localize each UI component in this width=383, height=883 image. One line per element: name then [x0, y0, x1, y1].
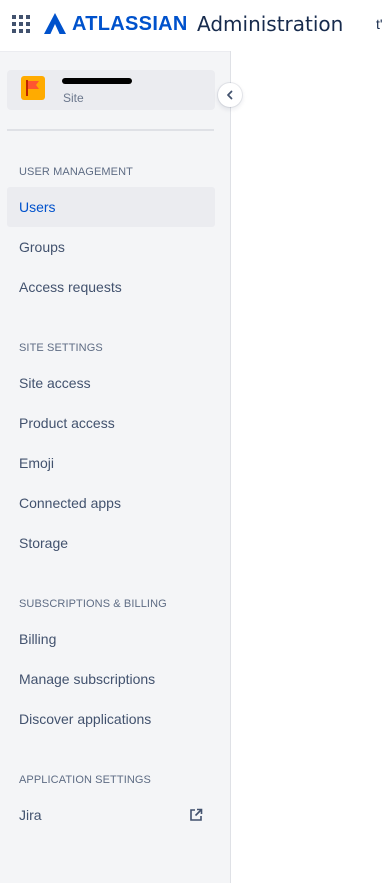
sidebar-item-storage[interactable]: Storage [7, 523, 215, 563]
top-navigation-bar: ATLASSIAN Administration t' [0, 0, 383, 50]
site-type-label: Site [63, 91, 84, 105]
sidebar-item-label: Discover applications [19, 711, 152, 727]
redaction-mark [62, 78, 132, 84]
section-heading-user-management: USER MANAGEMENT [19, 166, 133, 178]
sidebar-item-label: Manage subscriptions [19, 671, 156, 687]
sidebar-item-label: Emoji [19, 455, 55, 471]
chevron-left-icon [227, 90, 233, 100]
sidebar-item-label: Site access [19, 375, 91, 391]
sidebar-item-label: Storage [19, 535, 69, 551]
sidebar-item-label: Access requests [19, 279, 122, 295]
sidebar-item-billing[interactable]: Billing [7, 619, 215, 659]
sidebar-border [230, 51, 231, 883]
sidebar-item-access-requests[interactable]: Access requests [7, 267, 215, 307]
sidebar-item-connected-apps[interactable]: Connected apps [7, 483, 215, 523]
sidebar-item-label: Product access [19, 415, 115, 431]
collapse-sidebar-button[interactable] [218, 83, 242, 107]
sidebar-item-product-access[interactable]: Product access [7, 403, 215, 443]
sidebar-item-site-access[interactable]: Site access [7, 363, 215, 403]
sidebar-item-label: Users [19, 199, 56, 215]
sidebar-divider [7, 129, 214, 131]
section-heading-site-settings: SITE SETTINGS [19, 342, 103, 354]
sidebar-item-label: Groups [19, 239, 65, 255]
sidebar-item-discover-applications[interactable]: Discover applications [7, 699, 215, 739]
sidebar-item-users[interactable]: Users [7, 187, 215, 227]
sidebar-item-jira[interactable]: Jira [7, 795, 215, 835]
sidebar: Site USER MANAGEMENT Users Groups Access… [0, 51, 230, 883]
sidebar-item-emoji[interactable]: Emoji [7, 443, 215, 483]
site-switcher[interactable]: Site [7, 70, 215, 110]
section-heading-application-settings: APPLICATION SETTINGS [19, 774, 151, 786]
external-link-icon [190, 808, 203, 821]
atlassian-logo-icon[interactable] [44, 13, 66, 34]
product-title: Administration [197, 12, 344, 36]
sidebar-item-label: Jira [19, 807, 42, 823]
sidebar-item-label: Connected apps [19, 495, 121, 511]
section-heading-subscriptions-billing: SUBSCRIPTIONS & BILLING [19, 598, 167, 610]
flag-icon [21, 76, 45, 100]
atlassian-brand-text[interactable]: ATLASSIAN [72, 11, 188, 37]
sidebar-item-groups[interactable]: Groups [7, 227, 215, 267]
sidebar-item-label: Billing [19, 631, 57, 647]
grid-icon[interactable] [12, 15, 30, 33]
sidebar-item-manage-subscriptions[interactable]: Manage subscriptions [7, 659, 215, 699]
topbar-overflow-text: t' [376, 16, 383, 32]
